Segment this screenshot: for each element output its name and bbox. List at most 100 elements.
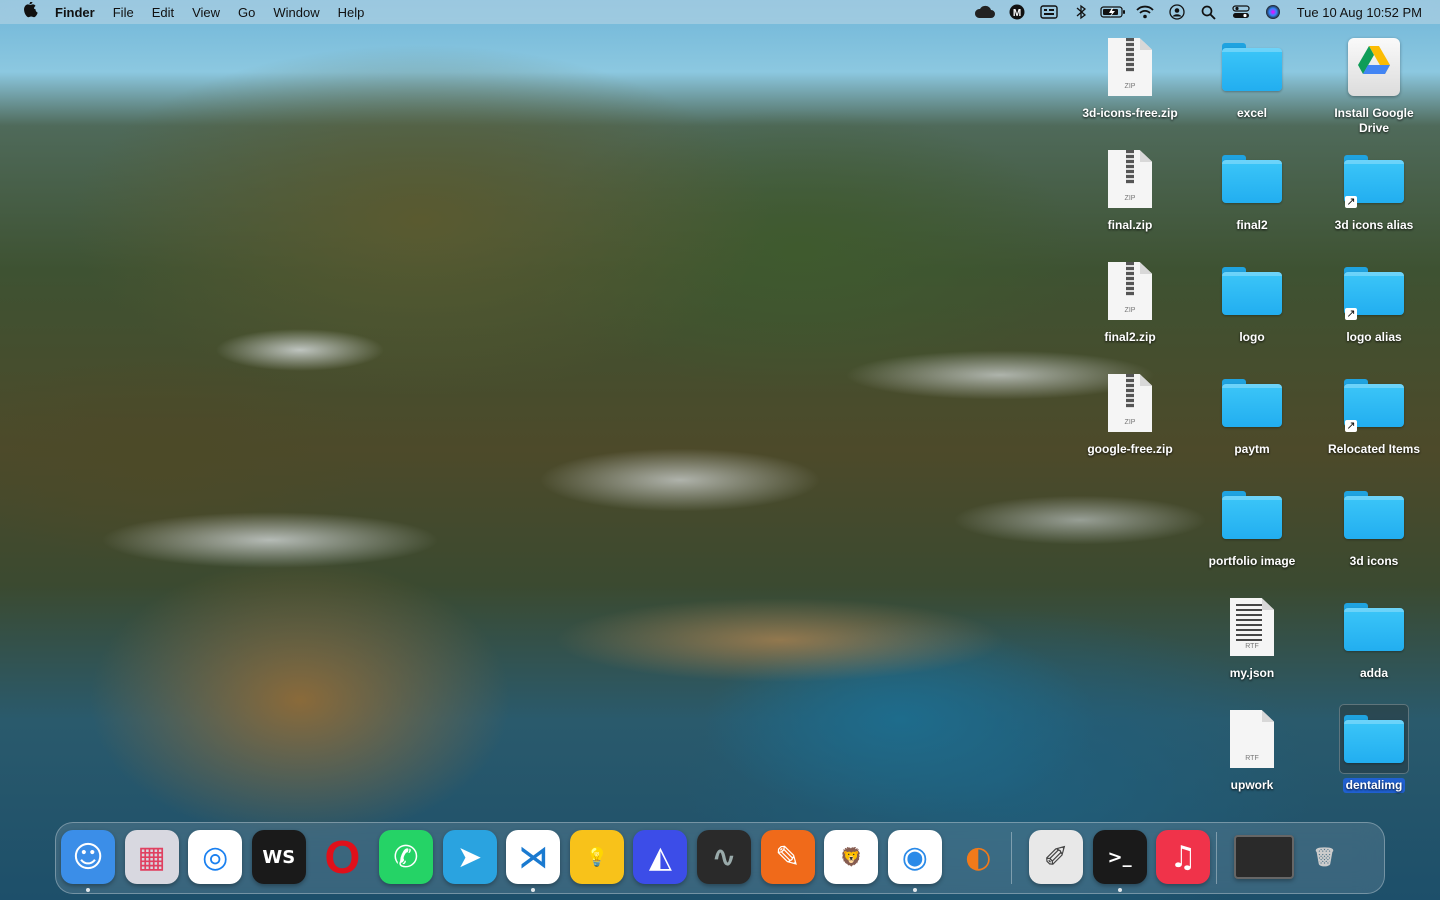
app-icon[interactable]: ◭ <box>633 830 688 884</box>
desktop-folder-label: 3d icons alias <box>1334 218 1414 232</box>
webstorm-icon[interactable]: WS <box>251 830 306 884</box>
keyboard-icon[interactable] <box>1036 2 1062 22</box>
menu-go[interactable]: Go <box>229 5 264 20</box>
desktop-file-final-zip[interactable]: ZIP final.zip <box>1075 144 1185 233</box>
desktop-folder-excel[interactable]: excel <box>1197 32 1307 121</box>
dock-app-glyph: ∿ <box>711 839 737 875</box>
desktop-file-google-free-zip[interactable]: ZIP google-free.zip <box>1075 368 1185 457</box>
menu-help[interactable]: Help <box>329 5 374 20</box>
minimized-window-icon[interactable] <box>1233 835 1294 879</box>
bluetooth-icon[interactable] <box>1068 2 1094 22</box>
desktop-alias-relocated-items[interactable]: ↗ Relocated Items <box>1319 368 1429 457</box>
brave-icon[interactable]: 🦁 <box>824 830 879 884</box>
desktop-file-label: my.json <box>1229 666 1275 680</box>
dock-app-glyph: ◭ <box>648 839 672 875</box>
dock-app-glyph: 🗑 <box>1312 846 1336 868</box>
folder-alias-icon: ↗ <box>1339 144 1409 214</box>
apple-menu-icon[interactable] <box>16 0 46 22</box>
dock-app-glyph: ♫ <box>1169 839 1197 875</box>
dock-app-glyph: ◐ <box>965 839 992 875</box>
folder-icon <box>1217 368 1287 438</box>
desktop-alias-3d-icons[interactable]: ↗ 3d icons alias <box>1319 144 1429 233</box>
dock-running-indicator <box>1117 888 1122 892</box>
file-kind-label: RTF <box>1245 755 1259 762</box>
dock-app-glyph: ◉ <box>901 839 928 875</box>
folder-icon <box>1339 592 1409 662</box>
launchpad-icon[interactable]: ▦ <box>124 830 179 884</box>
dock-running-indicator <box>912 888 917 892</box>
folder-alias-icon: ↗ <box>1339 368 1409 438</box>
desktop-folder-label: final2 <box>1236 218 1268 232</box>
dock-running-indicator <box>86 888 90 892</box>
safari-icon[interactable]: ◎ <box>188 830 243 884</box>
desktop-folder-logo[interactable]: logo <box>1197 256 1307 345</box>
wifi-icon[interactable] <box>1132 2 1158 22</box>
desktop-app-install-google-drive[interactable]: Install Google Drive <box>1319 32 1429 136</box>
file-kind-label: ZIP <box>1124 307 1136 314</box>
cloud-icon[interactable] <box>972 2 998 22</box>
menubar-clock[interactable]: Tue 10 Aug 10:52 PM <box>1297 5 1422 20</box>
menu-bar: Finder File Edit View Go Window Help M T… <box>0 0 1440 24</box>
dock-app-glyph: 💡 <box>585 846 608 868</box>
siri-icon[interactable] <box>1260 2 1286 22</box>
folder-icon <box>1339 480 1409 550</box>
menu-window[interactable]: Window <box>264 5 328 20</box>
desktop-folder-portfolio-image[interactable]: portfolio image <box>1197 480 1307 569</box>
desktop-alias-logo[interactable]: ↗ logo alias <box>1319 256 1429 345</box>
whatsapp-icon[interactable]: ✆ <box>379 830 433 884</box>
trash-icon[interactable]: 🗑 <box>1297 830 1351 884</box>
desktop-folder-label: portfolio image <box>1208 554 1296 568</box>
dock-app-glyph: ⋊ <box>518 839 549 875</box>
pen-app-icon[interactable]: ✎ <box>760 830 815 884</box>
desktop-folder-label: paytm <box>1234 442 1270 456</box>
script-editor-icon[interactable]: ✐ <box>1029 830 1083 884</box>
m-icon[interactable]: M <box>1004 2 1030 22</box>
desktop-folder-label: Relocated Items <box>1327 442 1421 456</box>
desktop-folder-3d-icons[interactable]: 3d icons <box>1319 480 1429 569</box>
dock-app-glyph: ☺ <box>72 839 104 875</box>
desktop-folder-label: 3d icons <box>1349 554 1399 568</box>
desktop-folder-dentalimg[interactable]: dentalimg <box>1319 704 1429 793</box>
desktop-file-upwork[interactable]: RTF upwork <box>1197 704 1307 793</box>
menu-app-name[interactable]: Finder <box>46 5 104 20</box>
battery-icon[interactable] <box>1100 2 1126 22</box>
menu-edit[interactable]: Edit <box>143 5 183 20</box>
file-kind-label: ZIP <box>1124 195 1136 202</box>
menu-file[interactable]: File <box>104 5 143 20</box>
chrome-icon[interactable]: ◉ <box>887 830 942 884</box>
file-kind-label: ZIP <box>1124 419 1136 426</box>
alias-arrow-icon: ↗ <box>1345 196 1357 208</box>
file-kind-label: ZIP <box>1124 83 1136 90</box>
music-icon[interactable]: ♫ <box>1156 830 1211 884</box>
folder-icon <box>1217 32 1287 102</box>
dock-separator <box>1215 832 1217 884</box>
control-center-icon[interactable] <box>1228 2 1254 22</box>
firefox-icon[interactable]: ◐ <box>951 830 1005 884</box>
desktop-folder-final2[interactable]: final2 <box>1197 144 1307 233</box>
desktop-folder-paytm[interactable]: paytm <box>1197 368 1307 457</box>
desktop-file-label: upwork <box>1230 778 1274 792</box>
keep-icon[interactable]: 💡 <box>569 830 624 884</box>
alias-arrow-icon: ↗ <box>1345 420 1357 432</box>
desktop-file-final2-zip[interactable]: ZIP final2.zip <box>1075 256 1185 345</box>
telegram-icon[interactable]: ➤ <box>442 830 497 884</box>
search-icon[interactable] <box>1196 2 1222 22</box>
desktop-file-my-json[interactable]: RTF my.json <box>1197 592 1307 681</box>
opera-icon[interactable]: O <box>315 830 369 884</box>
finder-icon[interactable]: ☺ <box>61 830 115 884</box>
desktop-file-label: 3d-icons-free.zip <box>1082 106 1178 120</box>
vscode-icon[interactable]: ⋊ <box>506 830 561 884</box>
folder-alias-icon: ↗ <box>1339 256 1409 326</box>
desktop-file-label: google-free.zip <box>1087 442 1173 456</box>
rtf-file-icon: RTF <box>1217 704 1287 774</box>
activity-monitor-icon[interactable]: ∿ <box>697 830 751 884</box>
desktop-file-3d-icons-free-zip[interactable]: ZIP 3d-icons-free.zip <box>1075 32 1185 121</box>
zip-file-icon: ZIP <box>1095 144 1165 214</box>
menu-view[interactable]: View <box>183 5 229 20</box>
folder-icon <box>1339 704 1409 774</box>
terminal-icon[interactable]: >_ <box>1092 830 1147 884</box>
user-icon[interactable] <box>1164 2 1190 22</box>
dock-app-glyph: ✎ <box>775 839 801 875</box>
dock-app-glyph: ▦ <box>137 839 166 875</box>
desktop-folder-adda[interactable]: adda <box>1319 592 1429 681</box>
